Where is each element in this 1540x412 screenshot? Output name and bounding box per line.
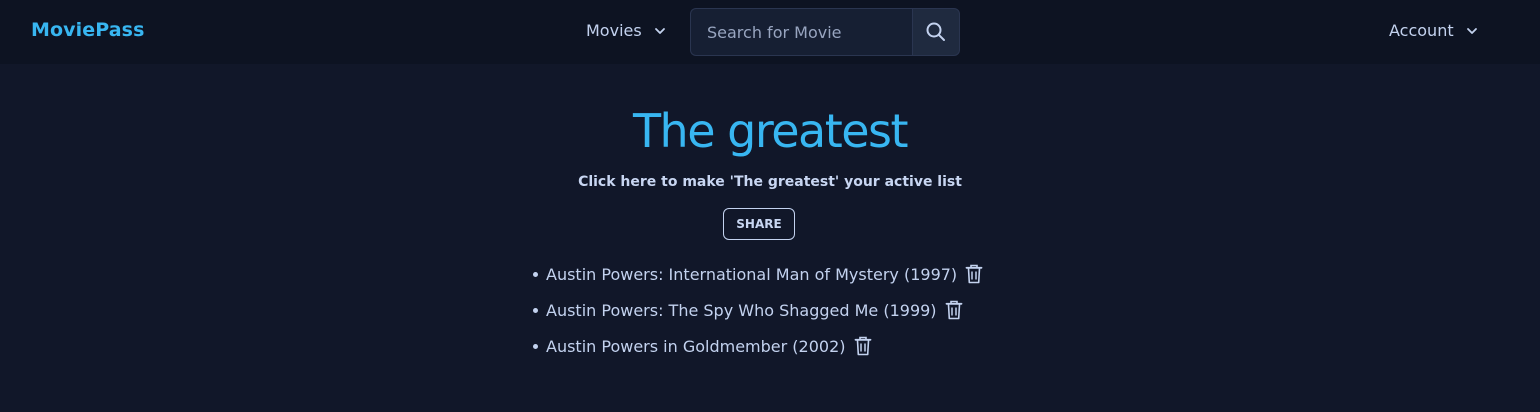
- bullet: [533, 271, 538, 277]
- movie-title[interactable]: Austin Powers in Goldmember (2002): [546, 337, 846, 356]
- bullet: [533, 343, 538, 349]
- account-dropdown[interactable]: Account: [1389, 21, 1478, 40]
- search-input[interactable]: [690, 8, 912, 56]
- account-dropdown-label: Account: [1389, 21, 1454, 40]
- movies-dropdown-label: Movies: [586, 21, 642, 40]
- navbar: MoviePass Movies Account: [0, 0, 1540, 64]
- list-item: Austin Powers in Goldmember (2002): [530, 328, 983, 364]
- make-active-list-link[interactable]: Click here to make 'The greatest' your a…: [0, 174, 1540, 190]
- search-button[interactable]: [912, 8, 960, 56]
- brand-logo[interactable]: MoviePass: [31, 19, 145, 41]
- movies-dropdown[interactable]: Movies: [586, 21, 666, 40]
- chevron-down-icon: [654, 27, 665, 34]
- trash-icon[interactable]: [945, 300, 963, 320]
- list-title: The greatest: [632, 104, 909, 158]
- trash-icon[interactable]: [965, 264, 983, 284]
- list-item: Austin Powers: International Man of Myst…: [530, 256, 983, 292]
- search-icon: [926, 22, 945, 41]
- movie-title[interactable]: Austin Powers: International Man of Myst…: [546, 265, 957, 284]
- movie-list: Austin Powers: International Man of Myst…: [530, 256, 983, 364]
- bullet: [533, 307, 538, 313]
- movie-title[interactable]: Austin Powers: The Spy Who Shagged Me (1…: [546, 301, 937, 320]
- search-bar: [690, 8, 960, 56]
- chevron-down-icon: [1466, 27, 1477, 34]
- share-button[interactable]: SHARE: [723, 208, 795, 240]
- list-item: Austin Powers: The Spy Who Shagged Me (1…: [530, 292, 983, 328]
- trash-icon[interactable]: [854, 336, 872, 356]
